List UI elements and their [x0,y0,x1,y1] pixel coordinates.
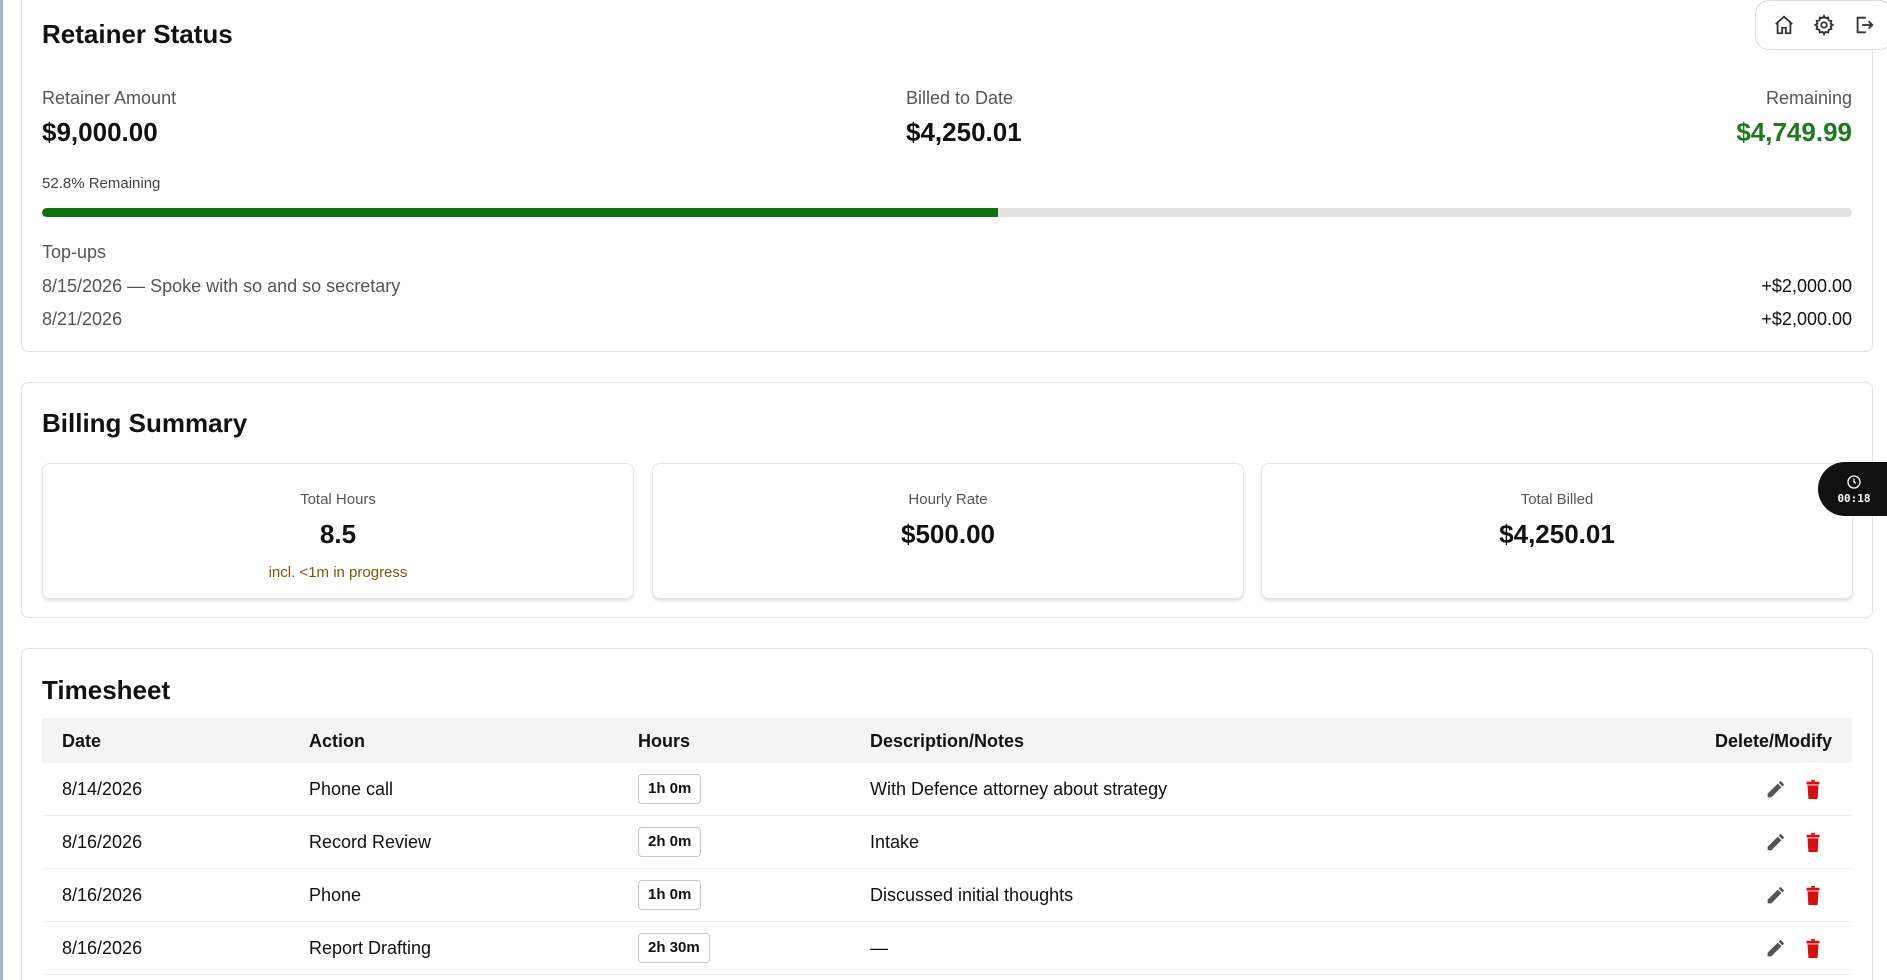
topup-row: 8/15/2026 — Spoke with so and so secreta… [42,276,1852,297]
left-rail [0,0,3,980]
edit-button[interactable] [1762,883,1788,909]
delete-button[interactable] [1800,883,1826,909]
hourly-rate-value: $500.00 [901,519,995,549]
row-hours-chip: 1h 0m [638,880,702,910]
home-button[interactable] [1769,10,1799,40]
home-icon [1775,15,1793,35]
column-header-hours: Hours [638,731,691,751]
pencil-icon [1767,833,1785,851]
pencil-icon [1767,939,1785,957]
column-header-action: Action [309,731,365,751]
row-notes: Intake [870,832,920,852]
retainer-progress-bar [42,208,1852,217]
table-row: 8/14/2026 Phone call 1h 0m With Defence att… [42,763,1852,816]
timesheet-card: Timesheet Date Action Hours Description/… [21,648,1873,980]
trash-icon [1806,885,1820,906]
row-notes: With Defence attorney about strategy [870,779,1168,799]
total-hours-label: Total Hours [300,491,376,508]
trash-icon [1806,938,1820,959]
row-date: 8/14/2026 [62,779,143,799]
table-row: 8/16/2026 Report Drafting 2h 30m — [42,922,1852,975]
total-hours-note: incl. <1m in progress [268,564,408,581]
hourly-rate-box: Hourly Rate $500.00 [652,463,1244,599]
retainer-progress-fill [42,208,998,217]
row-notes: — [870,938,888,958]
row-hours-chip: 1h 0m [638,774,702,804]
delete-button[interactable] [1800,830,1826,856]
billed-to-date-value: $4,250.01 [906,117,1022,147]
remaining-percent-label: 52.8% Remaining [42,175,161,192]
billing-summary-card: Billing Summary Total Hours 8.5 incl. <1… [21,382,1873,618]
timer-time: 00:18 [1837,491,1871,505]
table-row: 8/16/2026 Record Review 2h 0m Intake [42,816,1852,869]
edit-button[interactable] [1762,830,1788,856]
pencil-icon [1767,780,1785,798]
retainer-status-title: Retainer Status [42,19,233,49]
timer-button[interactable]: 00:18 [1818,462,1887,516]
row-action: Phone call [309,779,394,799]
pencil-icon [1767,886,1785,904]
trash-icon [1806,832,1820,853]
total-hours-value: 8.5 [319,519,357,549]
total-billed-box: Total Billed $4,250.01 [1261,463,1853,599]
trash-icon [1806,779,1820,800]
edit-button[interactable] [1762,936,1788,962]
logout-button[interactable] [1849,10,1879,40]
edit-button[interactable] [1762,777,1788,803]
logout-icon [1856,16,1874,34]
settings-button[interactable] [1809,10,1839,40]
topup-label: 8/15/2026 — Spoke with so and so secreta… [42,276,401,296]
timesheet-header-row: Date Action Hours Description/Notes Dele… [42,718,1852,763]
gear-icon [1813,14,1835,36]
row-hours-chip: 2h 0m [638,827,702,857]
retainer-amount-label: Retainer Amount [42,88,177,108]
topup-row: 8/21/2026 +$2,000.00 [42,309,1852,330]
total-billed-label: Total Billed [1520,491,1594,508]
row-action: Record Review [309,832,432,852]
remaining-value: $4,749.99 [1736,117,1852,147]
timesheet-title: Timesheet [42,675,171,705]
total-billed-value: $4,250.01 [1499,519,1615,549]
row-notes: Discussed initial thoughts [870,885,1074,905]
row-action: Phone [309,885,362,905]
table-row: 8/16/2026 Phone 1h 0m Discussed initial tho… [42,869,1852,922]
remaining-label: Remaining [1765,88,1852,108]
topup-amount: +$2,000.00 [1761,309,1852,329]
topup-amount: +$2,000.00 [1761,276,1852,296]
billing-summary-title: Billing Summary [42,408,248,438]
delete-button[interactable] [1800,936,1826,962]
total-hours-box: Total Hours 8.5 incl. <1m in progress [42,463,634,599]
column-header-notes: Description/Notes [870,731,1025,751]
column-header-date: Date [62,731,102,751]
retainer-amount-value: $9,000.00 [42,117,158,147]
row-date: 8/16/2026 [62,885,143,905]
topups-title: Top-ups [42,242,107,262]
hourly-rate-label: Hourly Rate [908,491,988,508]
clock-icon [1847,474,1861,489]
topup-label: 8/21/2026 [42,309,123,329]
delete-button[interactable] [1800,777,1826,803]
retainer-status-card: Retainer Status Retainer Amount $9,000.0… [21,0,1887,352]
billed-to-date-label: Billed to Date [906,88,1014,108]
column-header-delete-modify: Delete/Modify [1714,731,1832,751]
row-action: Report Drafting [309,938,432,958]
row-date: 8/16/2026 [62,832,143,852]
row-date: 8/16/2026 [62,938,143,958]
row-hours-chip: 2h 30m [638,933,710,963]
top-toolbar [1755,0,1887,50]
